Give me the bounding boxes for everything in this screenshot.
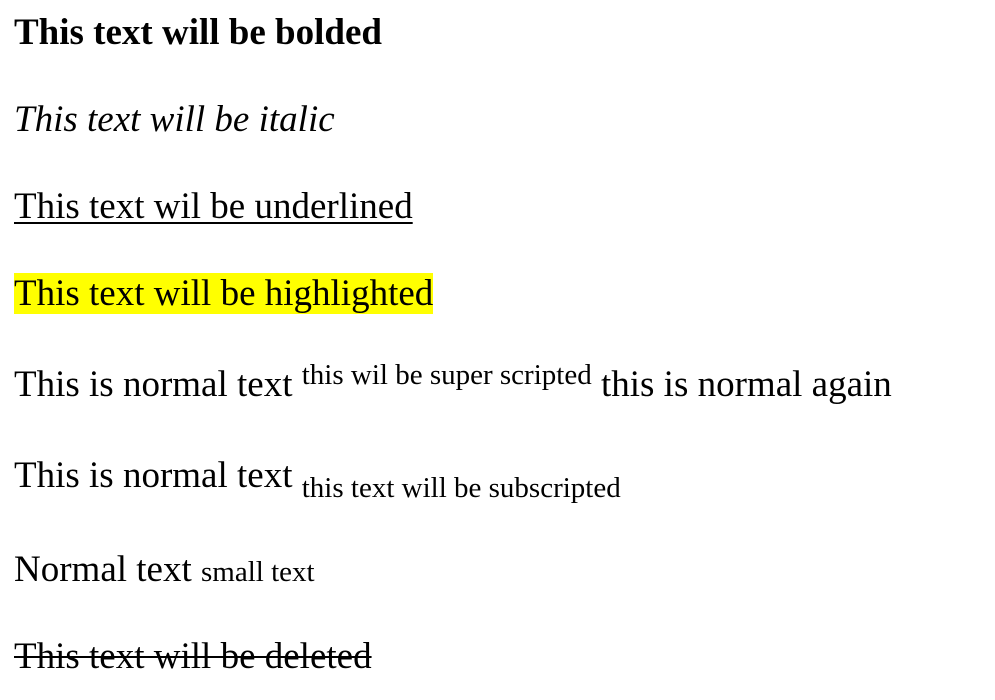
deleted-text-line: This text will be deleted: [14, 636, 372, 679]
italic-text: This text will be italic: [14, 99, 335, 140]
underlined-text: This text wil be underlined: [14, 186, 413, 227]
superscript-text-line: This is normal text this wil be super sc…: [14, 361, 892, 407]
subscript-text-line: This is normal text this text will be su…: [14, 455, 621, 503]
normal-text: Normal text: [14, 549, 192, 590]
italic-text-line: This text will be italic: [14, 99, 335, 142]
superscript-normal-after: this is normal again: [600, 364, 892, 405]
bold-text: This text will be bolded: [14, 12, 382, 53]
superscript-text: this wil be super scripted: [301, 359, 592, 391]
small-text-line: Normal text small text: [14, 549, 315, 592]
small-text: small text: [201, 556, 315, 588]
subscript-text: this text will be subscripted: [301, 472, 621, 504]
subscript-normal-before: This is normal text: [14, 455, 293, 496]
superscript-normal-before: This is normal text: [14, 364, 293, 405]
highlighted-text: This text will be highlighted: [14, 273, 434, 314]
deleted-text: This text will be deleted: [14, 636, 372, 677]
underlined-text-line: This text wil be underlined: [14, 186, 413, 229]
highlighted-text-line: This text will be highlighted: [14, 273, 434, 316]
bold-text-line: This text will be bolded: [14, 12, 382, 55]
